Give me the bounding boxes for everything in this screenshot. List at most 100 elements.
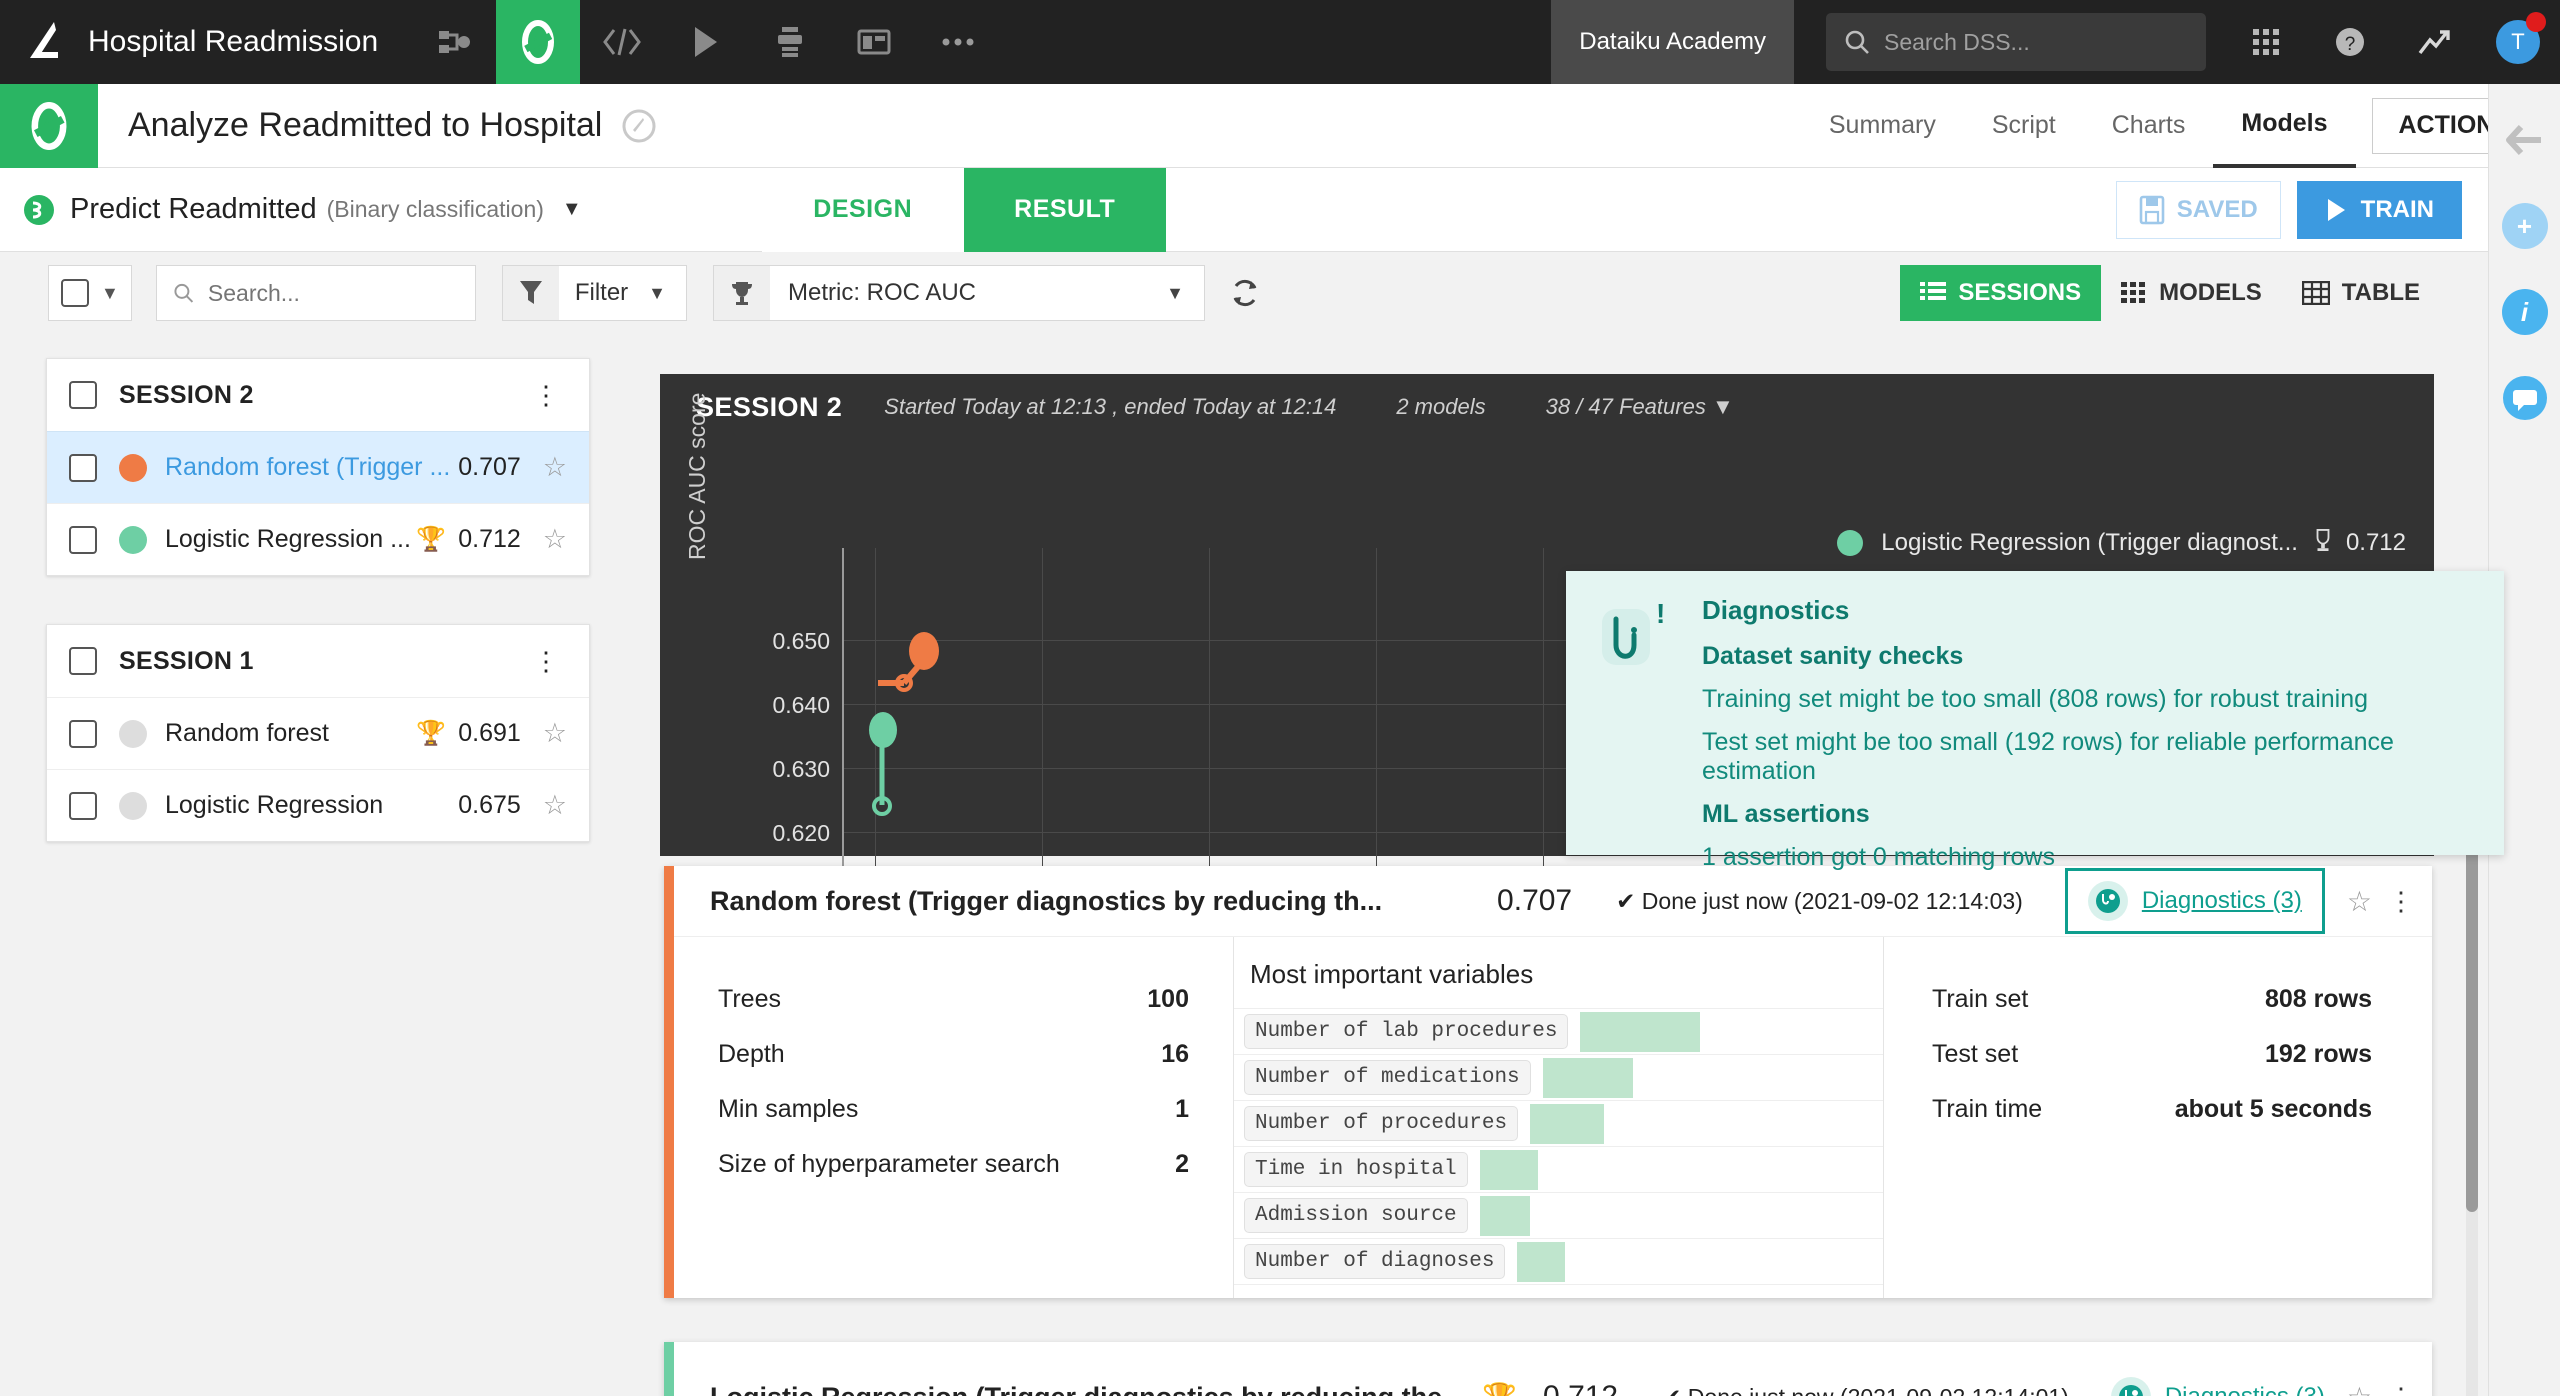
model-name[interactable]: Logistic Regression ... [165, 525, 416, 554]
grid-icon [2121, 281, 2147, 305]
chevron-down-icon[interactable]: ▼ [101, 283, 119, 304]
search-input-wrapper[interactable] [156, 265, 476, 321]
model-checkbox[interactable] [69, 720, 97, 748]
svg-text:?: ? [2345, 34, 2356, 55]
chart-features-selector[interactable]: 38 / 47 Features ▼ [1546, 394, 1734, 420]
chevron-down-icon: ▼ [1712, 394, 1734, 419]
dataiku-bird-logo-icon[interactable] [0, 0, 84, 84]
apps-grid-icon[interactable] [2224, 0, 2308, 84]
dataiku-lab-icon[interactable] [496, 0, 580, 84]
card-model-name[interactable]: Logistic Regression (Trigger diagnostics… [710, 1382, 1465, 1396]
academy-button[interactable]: Dataiku Academy [1551, 0, 1794, 84]
diagnostics-button[interactable]: Diagnostics (3) [2111, 1377, 2325, 1396]
chevron-down-icon[interactable]: ▼ [562, 198, 582, 221]
activity-icon[interactable] [2392, 0, 2476, 84]
table-row: Train time about 5 seconds [1932, 1095, 2372, 1124]
view-tab-table[interactable]: TABLE [2282, 265, 2440, 321]
chart-features-label: 38 / 47 Features [1546, 394, 1706, 419]
jobs-icon[interactable] [748, 0, 832, 84]
more-icon[interactable] [916, 0, 1000, 84]
list-item[interactable]: Random forest (Trigger ... 0.707 ☆ [47, 431, 589, 503]
train-button[interactable]: TRAIN [2297, 181, 2462, 239]
diagnostics-section-title: ML assertions [1702, 800, 2474, 829]
diagnostics-button[interactable]: Diagnostics (3) [2065, 868, 2325, 934]
model-name[interactable]: Logistic Regression [165, 791, 458, 820]
model-checkbox[interactable] [69, 792, 97, 820]
trophy-icon: 🏆 [416, 525, 446, 554]
dataset-stats-column: Train set 808 rows Test set 192 rows Tra… [1884, 937, 2432, 1298]
legend-score: 0.712 [2346, 529, 2406, 557]
session-header[interactable]: SESSION 1 ⋮ [47, 625, 589, 697]
list-item[interactable]: Random forest 🏆 0.691 ☆ [47, 697, 589, 769]
session-header[interactable]: SESSION 2 ⋮ [47, 359, 589, 431]
table-row: Number of diagnoses [1234, 1238, 1883, 1284]
tab-result[interactable]: RESULT [964, 168, 1166, 252]
diagnostics-item: Test set might be too small (192 rows) f… [1702, 728, 2474, 786]
table-row: Time in hospital [1234, 1146, 1883, 1192]
code-icon[interactable] [580, 0, 664, 84]
global-search-box[interactable]: Search DSS... [1826, 13, 2206, 71]
model-name[interactable]: Random forest (Trigger ... [165, 453, 458, 482]
discussions-icon[interactable] [2499, 372, 2551, 424]
collapse-left-arrow-icon[interactable] [2499, 114, 2551, 166]
favorite-star-icon[interactable]: ☆ [543, 790, 567, 821]
session-menu-icon[interactable]: ⋮ [525, 648, 567, 674]
model-checkbox[interactable] [69, 454, 97, 482]
favorite-star-icon[interactable]: ☆ [543, 524, 567, 555]
favorite-star-icon[interactable]: ☆ [2347, 1381, 2372, 1396]
hyperparameter-value: 1 [1175, 1095, 1189, 1124]
session-checkbox[interactable] [69, 647, 97, 675]
list-item[interactable]: Logistic Regression ... 🏆 0.712 ☆ [47, 503, 589, 575]
model-color-dot [119, 792, 147, 820]
card-menu-icon[interactable]: ⋮ [2388, 1382, 2414, 1396]
legend-entry[interactable]: Logistic Regression (Trigger diagnost...… [1837, 528, 2406, 558]
help-icon[interactable]: ? [2308, 0, 2392, 84]
session-card: SESSION 1 ⋮ Random forest 🏆 0.691 ☆ Logi… [46, 624, 590, 842]
play-icon[interactable] [664, 0, 748, 84]
tab-models[interactable]: Models [2213, 84, 2355, 168]
user-avatar-wrapper[interactable]: T [2476, 0, 2560, 84]
favorite-star-icon[interactable]: ☆ [543, 718, 567, 749]
card-body: Trees 100 Depth 16 Min samples 1 Size of… [674, 936, 2432, 1298]
hyperparameter-value: 100 [1147, 985, 1189, 1014]
stethoscope-icon [2111, 1377, 2151, 1396]
select-all-checkbox[interactable] [61, 279, 89, 307]
trophy-icon [714, 266, 770, 320]
filter-dropdown[interactable]: Filter ▼ [502, 265, 687, 321]
info-icon[interactable]: i [2499, 286, 2551, 338]
table-row: Size of hyperparameter search 2 [718, 1150, 1189, 1179]
navigator-icon[interactable] [620, 107, 658, 145]
dashboard-icon[interactable] [832, 0, 916, 84]
list-item[interactable]: Logistic Regression 0.675 ☆ [47, 769, 589, 841]
select-all-dropdown[interactable]: ▼ [48, 265, 132, 321]
tab-summary[interactable]: Summary [1801, 84, 1964, 168]
tab-charts[interactable]: Charts [2084, 84, 2214, 168]
table-row: Test set 192 rows [1932, 1040, 2372, 1069]
view-tab-sessions-label: SESSIONS [1958, 279, 2081, 307]
project-title[interactable]: Hospital Readmission [88, 25, 378, 59]
flow-icon[interactable] [412, 0, 496, 84]
favorite-star-icon[interactable]: ☆ [543, 452, 567, 483]
tab-script[interactable]: Script [1964, 84, 2084, 168]
model-checkbox[interactable] [69, 526, 97, 554]
metric-dropdown[interactable]: Metric: ROC AUC ▼ [713, 265, 1205, 321]
variable-importance-bar [1480, 1150, 1538, 1190]
model-name[interactable]: Random forest [165, 719, 416, 748]
add-icon[interactable]: + [2499, 200, 2551, 252]
hyperparameter-key: Size of hyperparameter search [718, 1150, 1175, 1179]
refresh-button[interactable] [1229, 277, 1261, 309]
tab-design[interactable]: DESIGN [762, 168, 964, 252]
search-icon [173, 281, 194, 305]
card-menu-icon[interactable]: ⋮ [2388, 886, 2414, 917]
view-tab-sessions[interactable]: SESSIONS [1900, 265, 2101, 321]
session-menu-icon[interactable]: ⋮ [525, 382, 567, 408]
stat-value: 808 rows [2265, 985, 2372, 1014]
model-color-dot [119, 454, 147, 482]
favorite-star-icon[interactable]: ☆ [2347, 885, 2372, 918]
view-tab-models[interactable]: MODELS [2101, 265, 2282, 321]
search-input[interactable] [208, 280, 459, 307]
card-model-name[interactable]: Random forest (Trigger diagnostics by re… [710, 886, 1382, 917]
models-toolbar: ▼ Filter ▼ Metric: ROC AUC ▼ SESSIONS MO… [0, 252, 2488, 334]
session-checkbox[interactable] [69, 381, 97, 409]
saved-button[interactable]: SAVED [2116, 181, 2281, 239]
